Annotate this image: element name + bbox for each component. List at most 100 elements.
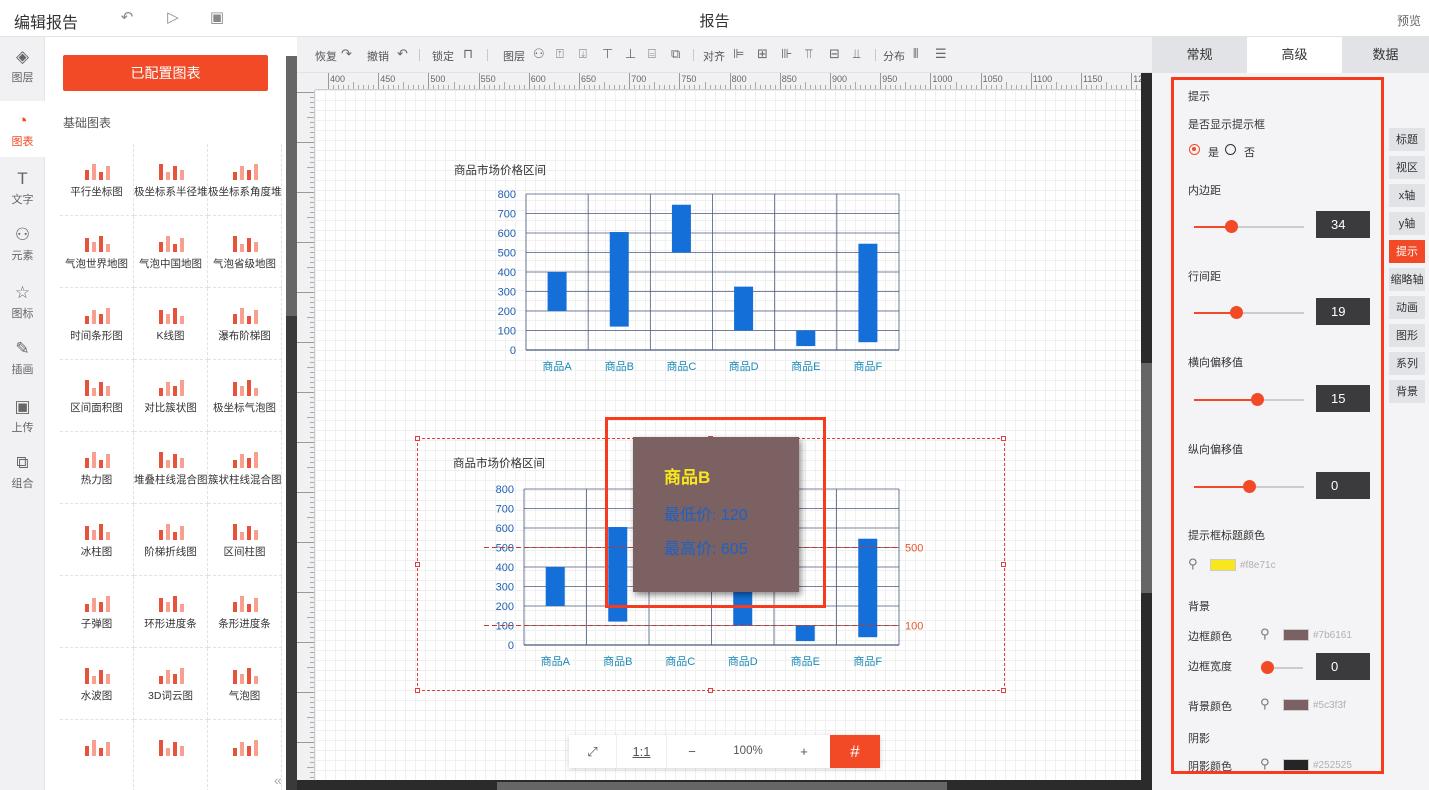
- undo-button[interactable]: 撤销: [367, 48, 389, 64]
- chart-type-item[interactable]: 气泡图: [208, 648, 282, 720]
- move-bottom-icon[interactable]: ⊥: [625, 46, 636, 62]
- chart-type-item[interactable]: 环形进度条: [134, 576, 208, 648]
- side-tab-3[interactable]: y轴: [1389, 212, 1425, 236]
- align-left-icon[interactable]: ⊫: [733, 46, 744, 62]
- align-button[interactable]: 对齐: [703, 48, 725, 64]
- chart-type-item[interactable]: 气泡中国地图: [134, 216, 208, 288]
- grid-toggle-icon[interactable]: #: [830, 735, 880, 768]
- resize-handle[interactable]: [415, 562, 420, 567]
- report-canvas[interactable]: 商品市场价格区间 0 100 200 300 400 500 600 700 800 商品A 商品B…: [315, 90, 1141, 780]
- chart-type-item[interactable]: 区间柱图: [208, 504, 282, 576]
- resize-handle[interactable]: [1001, 562, 1006, 567]
- chart-widget[interactable]: 商品市场价格区间 0 100 200 300 400 500 600 700 800 商品A 商品B…: [419, 142, 1009, 402]
- chart-type-item[interactable]: 条形进度条: [208, 576, 282, 648]
- slider-thumb[interactable]: [1243, 480, 1256, 493]
- padding-input[interactable]: 34: [1316, 211, 1370, 238]
- chart-type-item[interactable]: 气泡省级地图: [208, 216, 282, 288]
- chart-type-item[interactable]: 极坐标系半径堆积柱图: [134, 144, 208, 216]
- resize-handle[interactable]: [1001, 436, 1006, 441]
- title-color-swatch[interactable]: [1210, 559, 1236, 571]
- send-back-icon[interactable]: ⍗: [579, 46, 587, 62]
- layer-group-icon[interactable]: ⚇: [533, 46, 545, 62]
- canvas-horizontal-scrollbar[interactable]: [297, 780, 1152, 790]
- fit-screen-icon[interactable]: ⤢: [569, 735, 617, 768]
- side-tab-4[interactable]: 提示: [1389, 240, 1425, 264]
- chart-type-item[interactable]: 对比簇状图: [134, 360, 208, 432]
- chart-type-item[interactable]: 簇状柱线混合图: [208, 432, 282, 504]
- line-height-slider[interactable]: [1194, 306, 1304, 319]
- side-tab-8[interactable]: 系列: [1389, 352, 1425, 376]
- redo-button[interactable]: 恢复: [315, 48, 337, 64]
- side-tab-7[interactable]: 图形: [1389, 324, 1425, 348]
- chart-type-item[interactable]: 子弹图: [60, 576, 134, 648]
- distribute-button[interactable]: 分布: [883, 48, 905, 64]
- border-color-swatch[interactable]: [1283, 629, 1309, 641]
- nav-item-3[interactable]: ⚇ 元素: [0, 215, 45, 271]
- resize-handle[interactable]: [415, 688, 420, 693]
- radio-yes[interactable]: [1189, 144, 1200, 155]
- chart-type-item[interactable]: 极坐标系角度堆叠: [208, 144, 282, 216]
- align-middle-icon[interactable]: ⊟: [829, 46, 840, 62]
- resize-handle[interactable]: [415, 436, 420, 441]
- color-picker-icon[interactable]: ⚲: [1260, 626, 1270, 642]
- color-picker-icon[interactable]: ⚲: [1260, 696, 1270, 712]
- undo-icon[interactable]: ↶: [397, 46, 408, 62]
- distribute-horizontal-icon[interactable]: ⫴: [913, 46, 918, 62]
- nav-item-1[interactable]: ◔ 图表: [0, 101, 45, 157]
- nav-item-6[interactable]: ▣ 上传: [0, 387, 45, 443]
- delete-icon[interactable]: ⌸: [648, 46, 656, 62]
- nav-item-5[interactable]: ✎ 插画: [0, 329, 45, 385]
- resize-handle[interactable]: [708, 688, 713, 693]
- tab-advanced[interactable]: 高级: [1247, 37, 1342, 73]
- save-icon[interactable]: ▣: [208, 9, 226, 27]
- offset-y-input[interactable]: 0: [1316, 472, 1370, 499]
- padding-slider[interactable]: [1194, 220, 1304, 233]
- nav-item-7[interactable]: ⧉ 组合: [0, 443, 45, 499]
- chart-type-item[interactable]: 3D词云图: [134, 648, 208, 720]
- collapse-icon[interactable]: «: [274, 772, 282, 788]
- resize-handle[interactable]: [1001, 688, 1006, 693]
- bring-front-icon[interactable]: ⍐: [556, 46, 564, 62]
- radio-no[interactable]: [1225, 144, 1236, 155]
- distribute-vertical-icon[interactable]: ☰: [935, 46, 947, 62]
- copy-icon[interactable]: ⧉: [671, 46, 680, 62]
- offset-y-slider[interactable]: [1194, 480, 1304, 493]
- chart-type-item[interactable]: 水波图: [60, 648, 134, 720]
- align-bottom-icon[interactable]: ⫫: [853, 46, 860, 62]
- configured-charts-button[interactable]: 已配置图表: [63, 55, 268, 91]
- nav-item-2[interactable]: T 文字: [0, 159, 45, 215]
- back-icon[interactable]: ↶: [118, 9, 136, 27]
- zoom-in-button[interactable]: +: [779, 735, 829, 768]
- side-tab-0[interactable]: 标题: [1389, 128, 1425, 152]
- align-center-icon[interactable]: ⊞: [757, 46, 768, 62]
- layer-button[interactable]: 图层: [503, 48, 525, 64]
- chart-type-item[interactable]: 冰柱图: [60, 504, 134, 576]
- side-tab-5[interactable]: 缩略轴: [1389, 268, 1425, 292]
- side-tab-9[interactable]: 背景: [1389, 380, 1425, 404]
- nav-item-0[interactable]: ◈ 图层: [0, 37, 45, 93]
- chart-type-item[interactable]: 时间条形图: [60, 288, 134, 360]
- scrollbar-thumb[interactable]: [286, 56, 297, 316]
- chart-type-item[interactable]: [60, 720, 134, 790]
- chart-type-item[interactable]: 极坐标气泡图: [208, 360, 282, 432]
- chart-type-item[interactable]: 阶梯折线图: [134, 504, 208, 576]
- chart-type-item[interactable]: 热力图: [60, 432, 134, 504]
- scrollbar-thumb[interactable]: [497, 782, 947, 790]
- side-tab-6[interactable]: 动画: [1389, 296, 1425, 320]
- slider-thumb[interactable]: [1250, 393, 1264, 406]
- zoom-out-button[interactable]: −: [667, 735, 717, 768]
- chart-type-item[interactable]: 区间面积图: [60, 360, 134, 432]
- canvas-vertical-scrollbar[interactable]: [1141, 73, 1152, 780]
- lock-button[interactable]: 锁定: [432, 48, 454, 64]
- border-width-input[interactable]: 0: [1316, 653, 1370, 680]
- side-tab-2[interactable]: x轴: [1389, 184, 1425, 208]
- chart-type-item[interactable]: 气泡世界地图: [60, 216, 134, 288]
- preview-button[interactable]: 预览: [1397, 12, 1421, 29]
- offset-x-input[interactable]: 15: [1316, 385, 1370, 412]
- redo-icon[interactable]: ↷: [341, 46, 352, 62]
- color-picker-icon[interactable]: ⚲: [1188, 556, 1198, 572]
- chart-type-item[interactable]: 堆叠柱线混合图: [134, 432, 208, 504]
- move-top-icon[interactable]: ⊤: [602, 46, 613, 62]
- slider-thumb[interactable]: [1225, 220, 1239, 233]
- shadow-color-swatch[interactable]: [1283, 759, 1309, 771]
